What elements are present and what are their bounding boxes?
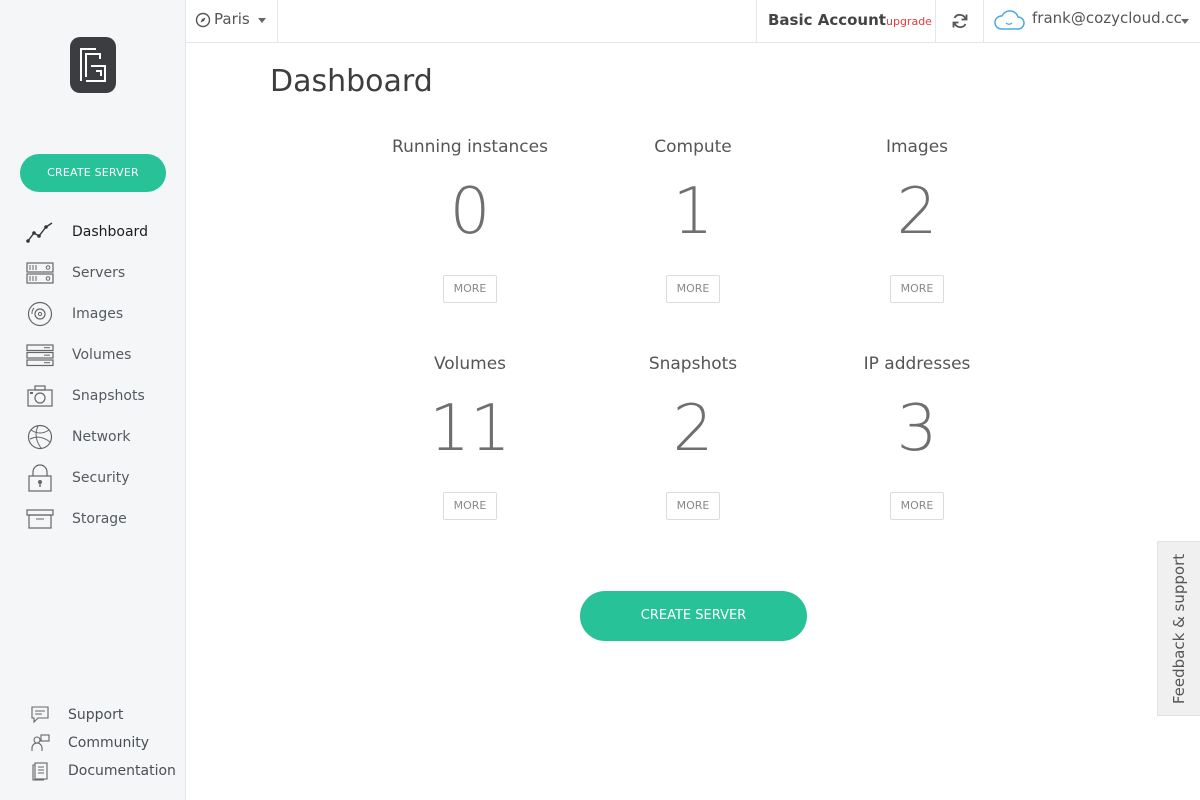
stat-value: 3 bbox=[896, 392, 938, 466]
stat-volumes: Volumes 11 MORE bbox=[370, 354, 570, 520]
more-button[interactable]: MORE bbox=[666, 492, 720, 520]
chevron-down-icon bbox=[258, 18, 266, 23]
user-menu[interactable]: frank@cozycloud.cc bbox=[984, 0, 1200, 42]
sidebar-link-label: Support bbox=[68, 707, 124, 723]
page-title: Dashboard bbox=[270, 64, 433, 99]
sidebar-item-label: Dashboard bbox=[72, 223, 148, 240]
logo[interactable] bbox=[70, 37, 116, 93]
more-button[interactable]: MORE bbox=[443, 275, 497, 303]
sidebar-link-label: Community bbox=[68, 735, 150, 751]
sidebar-item-label: Images bbox=[72, 305, 124, 322]
sidebar-item-volumes[interactable]: Volumes bbox=[0, 334, 185, 375]
chat-icon bbox=[29, 704, 51, 726]
sidebar-link-community[interactable]: Community bbox=[0, 730, 185, 758]
stat-title: Running instances bbox=[392, 137, 548, 157]
more-button[interactable]: MORE bbox=[666, 275, 720, 303]
refresh-icon bbox=[951, 12, 969, 30]
more-button[interactable]: MORE bbox=[890, 275, 944, 303]
box-icon bbox=[26, 506, 54, 532]
more-button[interactable]: MORE bbox=[890, 492, 944, 520]
sidebar-item-dashboard[interactable]: Dashboard bbox=[0, 211, 185, 252]
camera-icon bbox=[26, 383, 54, 409]
stat-value: 1 bbox=[672, 175, 714, 249]
document-icon bbox=[29, 760, 51, 782]
feedback-support-tab[interactable]: Feedback & support bbox=[1157, 541, 1200, 716]
stat-compute: Compute 1 MORE bbox=[593, 137, 793, 303]
sidebar-link-documentation[interactable]: Documentation bbox=[0, 758, 185, 786]
stat-title: Compute bbox=[654, 137, 732, 157]
more-button[interactable]: MORE bbox=[443, 492, 497, 520]
top-bar: Paris Basic Account upgrade frank@cozycl… bbox=[186, 0, 1200, 43]
stat-title: Snapshots bbox=[648, 354, 738, 374]
sidebar-item-label: Snapshots bbox=[72, 387, 145, 404]
account-plan: Basic Account upgrade bbox=[756, 0, 936, 42]
chart-line-icon bbox=[26, 219, 54, 245]
sidebar-item-servers[interactable]: Servers bbox=[0, 252, 185, 293]
stat-title: Volumes bbox=[433, 354, 507, 374]
user-email: frank@cozycloud.cc bbox=[1032, 9, 1182, 27]
sidebar-create-server-button[interactable]: CREATE SERVER bbox=[20, 154, 166, 192]
sidebar-bottom-links: Support Community Documentation bbox=[0, 702, 185, 786]
stat-images: Images 2 MORE bbox=[817, 137, 1017, 303]
sidebar-item-network[interactable]: Network bbox=[0, 416, 185, 457]
stat-value: 2 bbox=[672, 392, 714, 466]
stat-title: IP addresses bbox=[863, 354, 971, 374]
sidebar-link-support[interactable]: Support bbox=[0, 702, 185, 730]
sidebar-item-snapshots[interactable]: Snapshots bbox=[0, 375, 185, 416]
refresh-button[interactable] bbox=[936, 0, 984, 42]
create-server-button[interactable]: CREATE SERVER bbox=[580, 591, 807, 641]
region-selector[interactable]: Paris bbox=[186, 0, 278, 42]
upgrade-link[interactable]: upgrade bbox=[886, 15, 932, 28]
cloud-icon bbox=[993, 8, 1025, 32]
lock-icon bbox=[26, 464, 54, 492]
server-icon bbox=[26, 260, 54, 286]
sidebar-item-label: Volumes bbox=[72, 346, 132, 363]
disc-icon bbox=[26, 301, 54, 327]
sidebar-item-label: Storage bbox=[72, 510, 127, 527]
sidebar-link-label: Documentation bbox=[68, 763, 176, 779]
globe-icon bbox=[26, 424, 54, 450]
stat-running-instances: Running instances 0 MORE bbox=[370, 137, 570, 303]
compass-icon bbox=[195, 12, 211, 28]
sidebar-item-storage[interactable]: Storage bbox=[0, 498, 185, 539]
stat-value: 11 bbox=[429, 392, 511, 466]
sidebar-item-label: Network bbox=[72, 428, 131, 445]
sidebar-item-security[interactable]: Security bbox=[0, 457, 185, 498]
sidebar-item-images[interactable]: Images bbox=[0, 293, 185, 334]
stat-snapshots: Snapshots 2 MORE bbox=[593, 354, 793, 520]
account-name: Basic Account bbox=[768, 11, 886, 29]
users-icon bbox=[29, 732, 51, 754]
chevron-down-icon bbox=[1181, 19, 1189, 24]
sidebar-item-label: Security bbox=[72, 469, 130, 486]
sidebar-nav: Dashboard Servers Images Volumes Snapsho… bbox=[0, 211, 185, 539]
stat-ip-addresses: IP addresses 3 MORE bbox=[817, 354, 1017, 520]
stat-title: Images bbox=[885, 137, 949, 157]
sidebar-item-label: Servers bbox=[72, 264, 126, 281]
volume-icon bbox=[26, 342, 54, 368]
stat-value: 0 bbox=[449, 175, 491, 249]
region-label: Paris bbox=[214, 10, 250, 28]
sidebar: CREATE SERVER Dashboard Servers Images V… bbox=[0, 0, 186, 800]
stat-value: 2 bbox=[896, 175, 938, 249]
feedback-label: Feedback & support bbox=[1170, 553, 1188, 704]
